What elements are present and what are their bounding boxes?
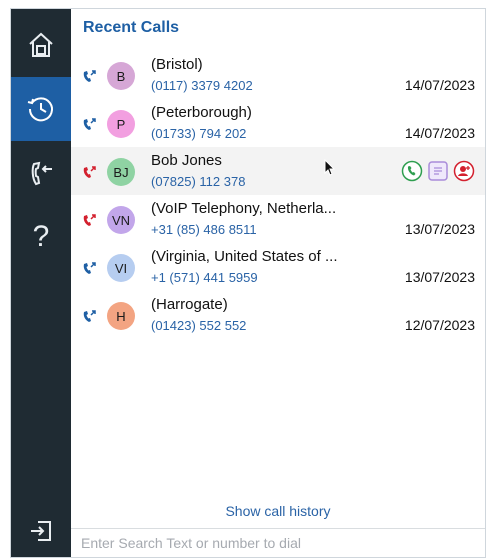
search-input[interactable] (71, 529, 485, 557)
call-date: 13/07/2023 (404, 269, 475, 285)
call-date: 12/07/2023 (404, 317, 475, 333)
phone-number[interactable]: +1 (571) 441 5959 (151, 270, 258, 285)
call-button[interactable] (401, 160, 423, 182)
outgoing-call-icon (83, 70, 96, 82)
panel-title: Recent Calls (83, 19, 180, 36)
mouse-cursor-icon (324, 159, 336, 176)
avatar: BJ (107, 158, 135, 186)
help-nav-button[interactable]: ? (11, 205, 71, 269)
recent-calls-icon (27, 97, 53, 122)
phone-number[interactable]: (07825) 112 378 (151, 174, 245, 189)
call-row[interactable]: VI (Virginia, United States of ... +1 (571… (71, 243, 485, 291)
phone-number[interactable]: +31 (85) 486 8511 (151, 222, 257, 237)
phone-number[interactable]: (01423) 552 552 (151, 318, 246, 333)
call-row[interactable]: BJ Bob Jones (07825) 112 378 (71, 147, 485, 195)
phone-number[interactable]: (0117) 3379 4202 (151, 78, 253, 93)
phone-icon (401, 160, 423, 182)
call-row[interactable]: VN (VoIP Telephony, Netherla... +31 (85) 4… (71, 195, 485, 243)
contact-name: (Virginia, United States of ... (151, 248, 338, 265)
logout-icon (31, 521, 51, 541)
show-call-history-link[interactable]: Show call history (71, 503, 485, 519)
home-icon (29, 32, 53, 57)
outgoing-call-icon (83, 118, 96, 130)
call-row[interactable]: H (Harrogate) (01423) 552 552 12/07/2023 (71, 291, 485, 339)
avatar: B (107, 62, 135, 90)
contact-name: (Harrogate) (151, 296, 228, 313)
contact-button[interactable] (453, 160, 475, 182)
chat-icon (428, 161, 448, 181)
app-window: ? Recent Calls B (Bristol) (0117) 3379 420… (10, 8, 486, 558)
missed-call-icon (83, 166, 96, 178)
recent-calls-nav-button[interactable] (11, 77, 71, 141)
contact-name: (VoIP Telephony, Netherla... (151, 200, 337, 217)
call-row[interactable]: B (Bristol) (0117) 3379 4202 14/07/2023 (71, 51, 485, 99)
avatar: VI (107, 254, 135, 282)
avatar: H (107, 302, 135, 330)
avatar: P (107, 110, 135, 138)
phone-number[interactable]: (01733) 794 202 (151, 126, 246, 141)
chat-button[interactable] (427, 160, 449, 182)
missed-call-icon (83, 214, 96, 226)
call-row[interactable]: P (Peterborough) (01733) 794 202 14/07/2023 (71, 99, 485, 147)
contact-name: (Bristol) (151, 56, 203, 73)
help-icon: ? (32, 220, 50, 253)
contact-name: Bob Jones (151, 152, 222, 169)
outgoing-call-icon (83, 262, 96, 274)
search-bar (71, 528, 485, 557)
sidebar: ? (11, 9, 71, 557)
call-date: 14/07/2023 (404, 125, 475, 141)
logout-nav-button[interactable] (11, 505, 71, 557)
recent-calls-panel: Recent Calls B (Bristol) (0117) 3379 4202 1… (71, 9, 485, 557)
transfer-nav-button[interactable] (11, 141, 71, 205)
contact-name: (Peterborough) (151, 104, 252, 121)
call-date: 13/07/2023 (404, 221, 475, 237)
outgoing-call-icon (83, 310, 96, 322)
avatar: VN (107, 206, 135, 234)
transfer-icon (31, 161, 52, 186)
row-actions (401, 160, 475, 182)
home-nav-button[interactable] (11, 13, 71, 77)
contact-icon (453, 160, 475, 182)
call-date: 14/07/2023 (404, 77, 475, 93)
